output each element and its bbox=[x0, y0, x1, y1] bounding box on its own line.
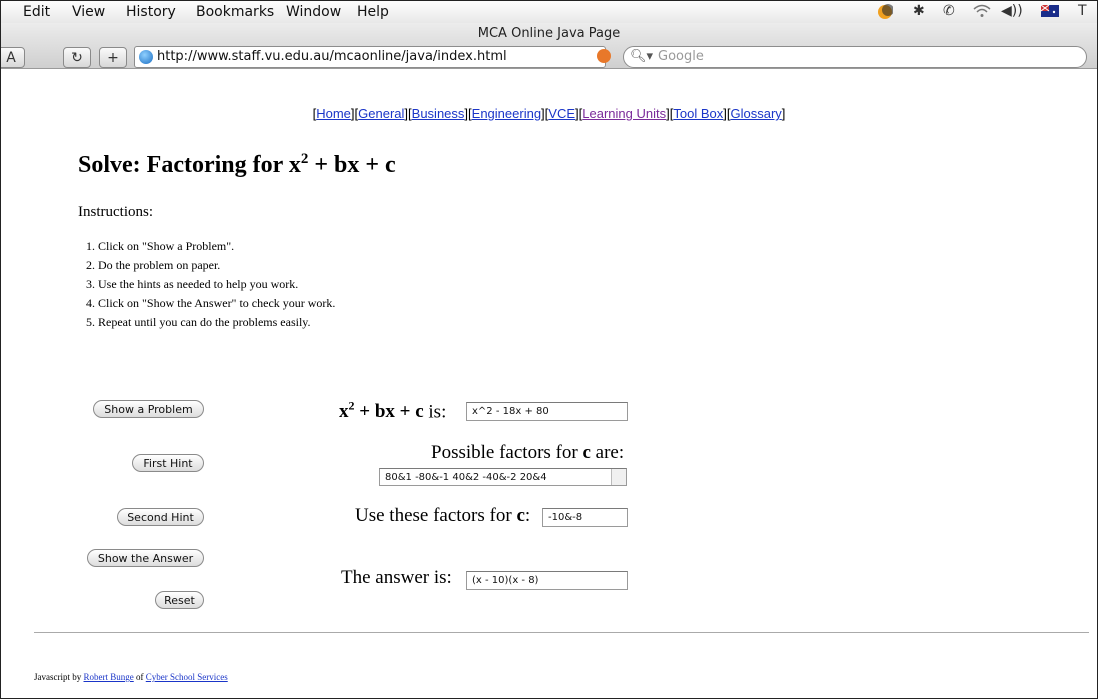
menu-view[interactable]: View bbox=[72, 4, 105, 20]
globe-icon bbox=[139, 50, 153, 64]
answer-label: The answer is: bbox=[341, 567, 452, 588]
nav-link-general[interactable]: General bbox=[358, 106, 404, 121]
use-factors-label: Use these factors for c: bbox=[355, 505, 530, 527]
page-title-prefix: Solve: Factoring for x bbox=[78, 152, 301, 178]
instructions-list: Click on "Show a Problem". Do the proble… bbox=[78, 237, 335, 332]
use-factors-prefix: Use these factors for bbox=[355, 505, 517, 526]
factors-value: 80&1 -80&-1 40&2 -40&-2 20&4 bbox=[385, 472, 547, 483]
nav-link-tool-box[interactable]: Tool Box bbox=[673, 106, 723, 121]
phone-icon[interactable]: ✆ bbox=[943, 3, 955, 19]
nav-link-home[interactable]: Home bbox=[316, 106, 351, 121]
instruction-step: Repeat until you can do the problems eas… bbox=[98, 313, 335, 332]
org-link[interactable]: Cyber School Services bbox=[146, 672, 228, 682]
menu-help[interactable]: Help bbox=[357, 4, 389, 20]
expression-rest: + bx + c bbox=[354, 401, 424, 423]
menu-edit[interactable]: Edit bbox=[23, 4, 50, 20]
instruction-step: Use the hints as needed to help you work… bbox=[98, 275, 335, 294]
use-factors-suffix: : bbox=[524, 505, 531, 526]
factors-label-c: c bbox=[582, 442, 591, 463]
show-answer-button[interactable]: Show the Answer bbox=[87, 549, 204, 567]
nav-link-vce[interactable]: VCE bbox=[548, 106, 575, 121]
browser-window: Edit View History Bookmarks Window Help … bbox=[0, 0, 1098, 699]
snapback-icon[interactable] bbox=[597, 49, 611, 63]
add-bookmark-button[interactable]: + bbox=[99, 47, 127, 68]
site-nav: [Home][General][Business][Engineering][V… bbox=[312, 106, 786, 121]
factors-label-suffix: are: bbox=[590, 442, 625, 463]
page-title: Solve: Factoring for x2 + bx + c bbox=[78, 151, 396, 179]
menu-history[interactable]: History bbox=[126, 4, 176, 20]
divider bbox=[34, 632, 1089, 633]
bluetooth-icon[interactable]: ✱ bbox=[913, 3, 925, 19]
second-hint-button[interactable]: Second Hint bbox=[117, 508, 204, 526]
first-hint-button[interactable]: First Hint bbox=[132, 454, 204, 472]
window-toolbar: MCA Online Java Page A ↻ + http://www.st… bbox=[1, 23, 1097, 69]
factors-field[interactable]: 80&1 -80&-1 40&2 -40&-2 20&4 bbox=[379, 468, 627, 486]
footer-prefix: Javascript by bbox=[34, 672, 84, 682]
use-factors-field[interactable]: -10&-8 bbox=[542, 508, 628, 527]
menu-bar: Edit View History Bookmarks Window Help … bbox=[1, 1, 1097, 24]
expression-is: is: bbox=[423, 401, 447, 423]
instruction-step: Click on "Show the Answer" to check your… bbox=[98, 294, 335, 313]
search-icon: 🔍︎▾ bbox=[630, 49, 654, 64]
nav-link-learning-units[interactable]: Learning Units bbox=[582, 106, 666, 121]
menu-bookmarks[interactable]: Bookmarks bbox=[196, 4, 274, 20]
reset-button[interactable]: Reset bbox=[155, 591, 204, 609]
text-size-button[interactable]: A bbox=[1, 47, 25, 68]
page-title-suffix: + bx + c bbox=[308, 152, 396, 178]
reload-icon: ↻ bbox=[71, 50, 83, 66]
answer-field[interactable]: (x - 10)(x - 8) bbox=[466, 571, 628, 590]
footer-credit: Javascript by Robert Bunge of Cyber Scho… bbox=[34, 672, 228, 682]
expression-var: x bbox=[339, 401, 349, 423]
footer-middle: of bbox=[133, 672, 146, 682]
factors-label: Possible factors for c are: bbox=[431, 442, 624, 464]
instruction-step: Click on "Show a Problem". bbox=[98, 237, 335, 256]
moon-icon[interactable] bbox=[877, 4, 894, 24]
factors-label-prefix: Possible factors for bbox=[431, 442, 583, 463]
author-link[interactable]: Robert Bunge bbox=[84, 672, 134, 682]
reload-button[interactable]: ↻ bbox=[63, 47, 91, 68]
search-field[interactable]: 🔍︎▾ Google bbox=[623, 46, 1087, 68]
factors-scroll-handle[interactable] bbox=[611, 469, 626, 485]
volume-icon[interactable]: ◀)) bbox=[1001, 3, 1023, 19]
address-bar[interactable]: http://www.staff.vu.edu.au/mcaonline/jav… bbox=[134, 46, 606, 68]
expression-field[interactable]: x^2 - 18x + 80 bbox=[466, 402, 628, 421]
show-problem-button[interactable]: Show a Problem bbox=[93, 400, 204, 418]
tray-trailing-text: T bbox=[1078, 3, 1087, 19]
instructions-label: Instructions: bbox=[78, 204, 153, 220]
window-title: MCA Online Java Page bbox=[477, 26, 621, 41]
url-text: http://www.staff.vu.edu.au/mcaonline/jav… bbox=[157, 49, 507, 64]
nav-link-business[interactable]: Business bbox=[412, 106, 465, 121]
instruction-step: Do the problem on paper. bbox=[98, 256, 335, 275]
search-placeholder: Google bbox=[658, 49, 704, 64]
expression-label: x2 + bx + c is: bbox=[339, 399, 446, 423]
flag-icon[interactable] bbox=[1040, 4, 1059, 21]
nav-link-glossary[interactable]: Glossary bbox=[730, 106, 781, 121]
use-factors-c: c bbox=[516, 505, 525, 526]
nav-link-engineering[interactable]: Engineering bbox=[472, 106, 541, 121]
wifi-icon[interactable] bbox=[973, 4, 991, 22]
menu-window[interactable]: Window bbox=[286, 4, 341, 20]
